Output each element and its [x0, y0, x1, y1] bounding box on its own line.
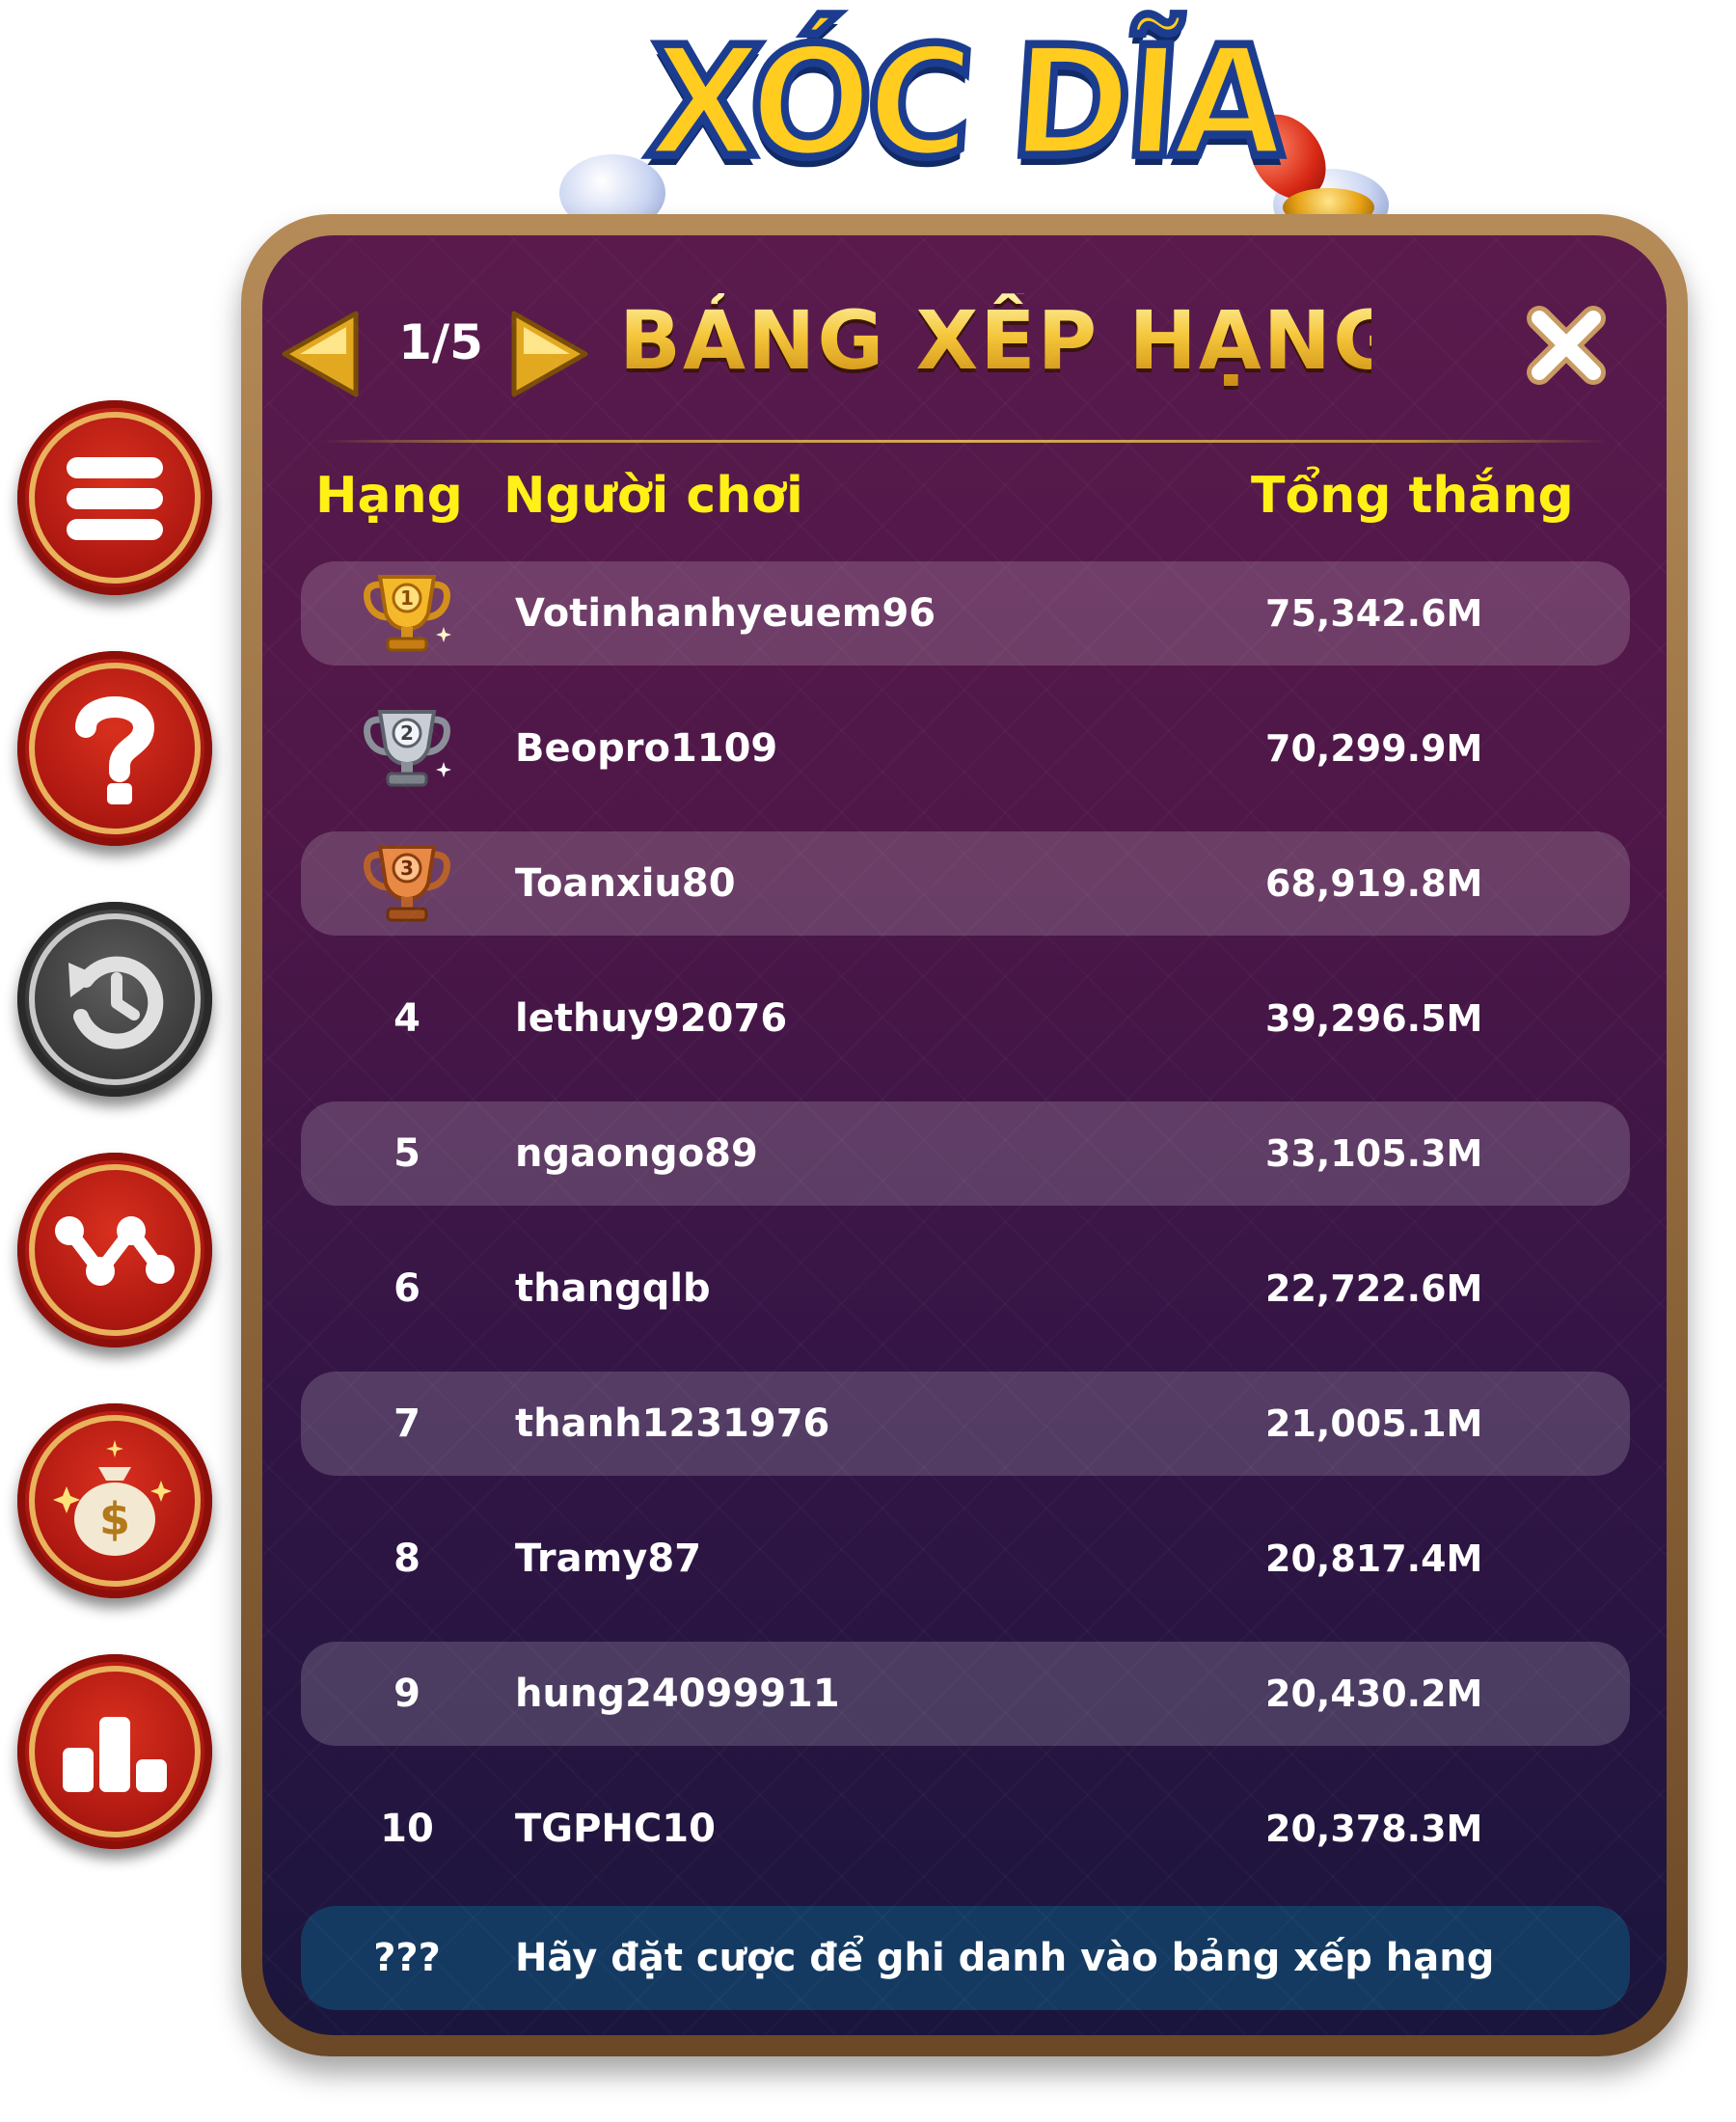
player-name: Votinhanhyeuem96 [515, 591, 936, 636]
my-rank-row: ??? Hãy đặt cược để ghi danh vào bảng xế… [301, 1906, 1630, 2010]
total-winnings: 39,296.5M [1265, 997, 1483, 1040]
player-name: ngaongo89 [515, 1131, 758, 1176]
svg-text:$: $ [99, 1493, 130, 1545]
page-indicator: 1/5 [398, 314, 483, 370]
rank-number: 10 [380, 1807, 434, 1851]
leaderboard-row: 10 TGPHC10 20,378.3M [301, 1777, 1630, 1881]
rank-number: 9 [393, 1672, 420, 1716]
help-button[interactable] [17, 651, 212, 846]
gold-trophy-icon: 1 [359, 569, 455, 662]
leaderboard-icon [63, 1717, 167, 1792]
rank-number: 6 [393, 1266, 420, 1311]
player-name: Toanxiu80 [515, 861, 736, 906]
history-button[interactable] [17, 902, 212, 1097]
close-icon [1527, 306, 1606, 385]
total-winnings: 20,378.3M [1265, 1808, 1483, 1850]
svg-text:1: 1 [400, 586, 414, 610]
svg-text:2: 2 [400, 721, 414, 745]
player-name: Tramy87 [515, 1537, 702, 1581]
trend-button[interactable] [17, 1153, 212, 1347]
total-winnings: 22,722.6M [1265, 1267, 1483, 1310]
money-bag-icon: $ [53, 1440, 172, 1556]
leaderboard-row: 9 hung24099911 20,430.2M [301, 1642, 1630, 1746]
leaderboard-row: 7 thanh1231976 21,005.1M [301, 1372, 1630, 1476]
total-winnings: 68,919.8M [1265, 862, 1483, 905]
header-divider [320, 440, 1609, 443]
leaderboard-row: 8 Tramy87 20,817.4M [301, 1507, 1630, 1611]
column-header-rank: Hạng [315, 467, 463, 525]
leaderboard-row: 2 Beopro1109 70,299.9M [301, 696, 1630, 801]
leaderboard-title: BẢNG XẾP HẠNG [619, 293, 1402, 388]
rank-number: 5 [393, 1131, 420, 1176]
rank-number: 7 [393, 1401, 420, 1446]
leaderboard-button[interactable] [17, 1654, 212, 1849]
total-winnings: 33,105.3M [1265, 1132, 1483, 1175]
game-logo: XÓC DĨA [540, 10, 1408, 241]
previous-page-button[interactable] [277, 308, 364, 404]
menu-icon [67, 457, 163, 540]
logo-text: XÓC DĨA [639, 12, 1290, 196]
leaderboard-row: 6 thangqlb 22,722.6M [301, 1237, 1630, 1341]
money-button[interactable]: $ [17, 1403, 212, 1598]
leaderboard-panel-body: 1/5 BẢNG XẾP HẠNG Hạng Người chơi Tổng t… [262, 235, 1667, 2035]
leaderboard-row: 3 Toanxiu80 68,919.8M [301, 831, 1630, 936]
column-header-total: Tổng thắng [1251, 467, 1574, 525]
player-name: thanh1231976 [515, 1401, 830, 1446]
total-winnings: 75,342.6M [1265, 592, 1483, 635]
player-name: TGPHC10 [515, 1807, 716, 1851]
total-winnings: 20,430.2M [1265, 1673, 1483, 1715]
leaderboard-panel: 1/5 BẢNG XẾP HẠNG Hạng Người chơi Tổng t… [241, 214, 1688, 2056]
leaderboard-row: 5 ngaongo89 33,105.3M [301, 1102, 1630, 1206]
history-icon [68, 956, 164, 1049]
arrow-right-icon [511, 311, 588, 397]
bronze-trophy-icon: 3 [359, 839, 455, 932]
total-winnings: 21,005.1M [1265, 1402, 1483, 1445]
close-button[interactable] [1526, 305, 1607, 390]
arrow-left-icon [282, 311, 359, 397]
next-page-button[interactable] [506, 308, 593, 404]
rank-number: 4 [393, 996, 420, 1041]
my-rank: ??? [373, 1936, 441, 1980]
leaderboard-row: 1 Votinhanhyeuem96 75,342.6M [301, 561, 1630, 666]
rank-number: 8 [393, 1537, 420, 1581]
player-name: lethuy92076 [515, 996, 788, 1041]
menu-button[interactable] [17, 400, 212, 595]
player-name: Beopro1109 [515, 726, 778, 771]
register-hint: Hãy đặt cược để ghi danh vào bảng xếp hạ… [515, 1936, 1495, 1980]
total-winnings: 70,299.9M [1265, 727, 1483, 770]
player-name: hung24099911 [515, 1672, 840, 1716]
column-header-player: Người chơi [503, 467, 803, 525]
total-winnings: 20,817.4M [1265, 1537, 1483, 1580]
silver-trophy-icon: 2 [359, 704, 455, 797]
player-name: thangqlb [515, 1266, 711, 1311]
help-icon [75, 696, 155, 804]
svg-text:3: 3 [400, 857, 414, 880]
trend-chart-icon [55, 1216, 175, 1286]
leaderboard-row: 4 lethuy92076 39,296.5M [301, 966, 1630, 1071]
